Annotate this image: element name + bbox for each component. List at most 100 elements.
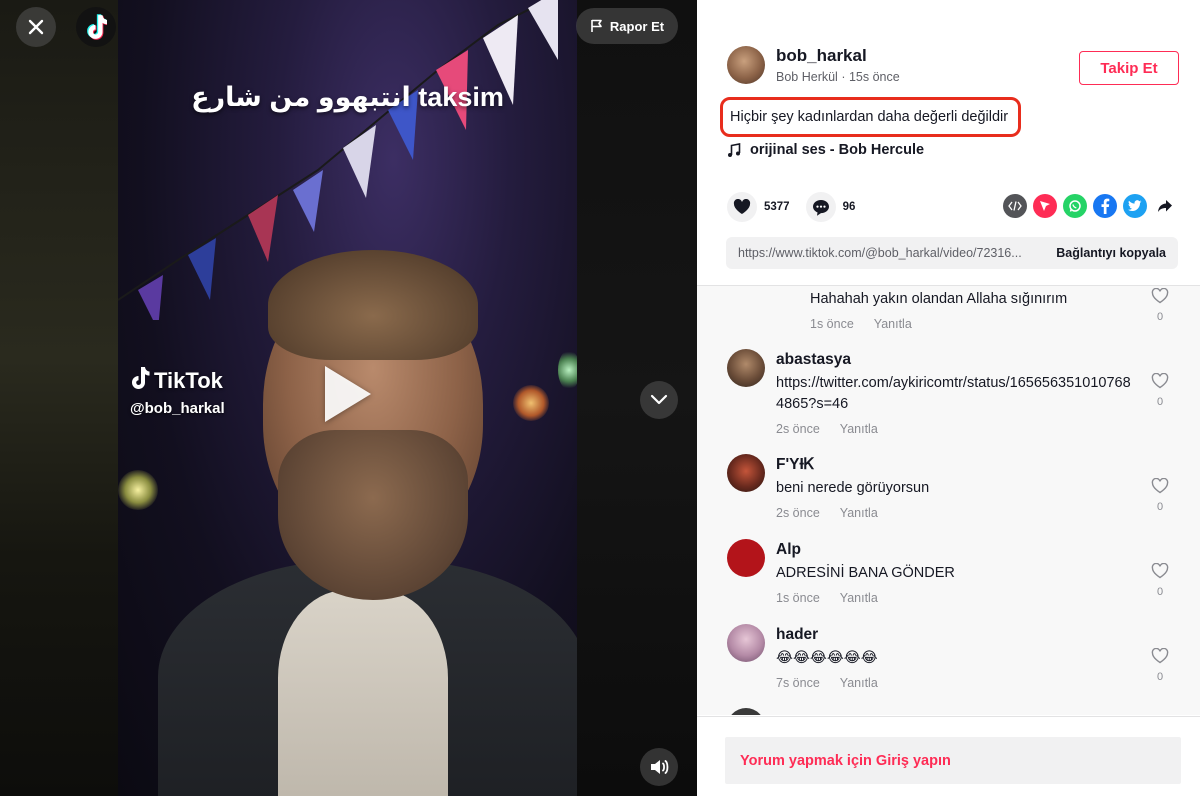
- tiktok-logo[interactable]: [76, 7, 116, 47]
- heart-outline-icon: [1151, 372, 1169, 389]
- string-light: [558, 350, 577, 390]
- reply-button[interactable]: Yanıtla: [840, 506, 878, 520]
- comment-footer: Yorum yapmak için Giriş yapın: [697, 716, 1200, 796]
- comment-text: https://twitter.com/aykiricomtr/status/1…: [776, 375, 1131, 412]
- comment-avatar[interactable]: [727, 624, 765, 662]
- comment-meta: 1s önce Yanıtla: [810, 317, 912, 331]
- app: انتبهوو من شارع taksim TikTok @bob_harka…: [0, 0, 1200, 796]
- volume-button[interactable]: [640, 748, 678, 786]
- report-label: Rapor Et: [609, 18, 665, 34]
- music-link[interactable]: orijinal ses - Bob Hercule: [727, 142, 924, 158]
- like-button[interactable]: [727, 192, 757, 222]
- person-beard: [278, 430, 468, 600]
- comment-like-button[interactable]: 0: [1150, 562, 1170, 598]
- comment-author[interactable]: abastasya: [776, 351, 851, 369]
- next-video-button[interactable]: [640, 381, 678, 419]
- comment-meta: 2s önce Yanıtla: [776, 422, 878, 436]
- reply-button[interactable]: Yanıtla: [840, 591, 878, 605]
- comment-avatar[interactable]: [727, 539, 765, 577]
- comment-author[interactable]: hader: [776, 626, 818, 644]
- comment-count: 96: [842, 201, 856, 213]
- follow-button[interactable]: Takip Et: [1079, 51, 1179, 85]
- heart-icon: [733, 199, 751, 214]
- string-light: [118, 470, 158, 510]
- comment-avatar[interactable]: [727, 708, 765, 715]
- info-pane: bob_harkal Bob Herkül · 15s önce Takip E…: [697, 0, 1200, 796]
- comment-like-button[interactable]: 0: [1150, 287, 1170, 323]
- comment-text: 😂😂😂😂😂😂: [776, 650, 878, 666]
- comment-time: 2s önce: [776, 506, 820, 520]
- reply-button[interactable]: Yanıtla: [840, 422, 878, 436]
- author-display-name: Bob Herkül: [776, 70, 838, 84]
- watermark-logo: TikTok: [130, 366, 225, 396]
- heart-outline-icon: [1151, 477, 1169, 494]
- twitter-icon[interactable]: [1123, 194, 1147, 218]
- comment-like-button[interactable]: 0: [1150, 477, 1170, 513]
- share-arrow-icon[interactable]: [1153, 194, 1177, 218]
- comment-meta: 7s önce Yanıtla: [776, 676, 878, 690]
- author-info[interactable]: bob_harkal Bob Herkül · 15s önce: [727, 46, 900, 84]
- comment-like-count: 0: [1156, 311, 1164, 323]
- tiktok-logo-icon: [87, 14, 107, 40]
- comment-like-button[interactable]: 0: [1150, 372, 1170, 408]
- comment-time: 1s önce: [776, 591, 820, 605]
- send-icon[interactable]: [1033, 194, 1057, 218]
- comments-list[interactable]: Hahahah yakın olandan Allaha sığınırım 1…: [697, 285, 1200, 715]
- volume-icon: [651, 760, 669, 774]
- share-row: [1003, 194, 1177, 218]
- person-shirt: [278, 590, 448, 796]
- video-player[interactable]: انتبهوو من شارع taksim TikTok @bob_harka…: [118, 0, 577, 796]
- comment-text: beni nerede görüyorsun: [776, 480, 930, 496]
- comment-avatar[interactable]: [727, 349, 765, 387]
- whatsapp-icon[interactable]: [1063, 194, 1087, 218]
- login-to-comment-button[interactable]: Yorum yapmak için Giriş yapın: [725, 737, 1181, 784]
- facebook-icon[interactable]: [1093, 194, 1117, 218]
- comment-like-button[interactable]: 0: [1150, 647, 1170, 683]
- post-time: 15s önce: [848, 70, 900, 84]
- comment-meta: 1s önce Yanıtla: [776, 591, 878, 605]
- heart-outline-icon: [1151, 287, 1169, 304]
- comment-time: 7s önce: [776, 676, 820, 690]
- engagement-stats: 5377 96: [727, 192, 871, 222]
- like-count: 5377: [764, 201, 790, 213]
- video-link-url[interactable]: https://www.tiktok.com/@bob_harkal/video…: [738, 246, 1040, 260]
- watermark-brand: TikTok: [154, 368, 223, 393]
- video-link-box: https://www.tiktok.com/@bob_harkal/video…: [726, 237, 1178, 269]
- comment-like-count: 0: [1156, 501, 1164, 513]
- close-icon: [28, 19, 44, 35]
- tiktok-note-icon: [130, 366, 150, 396]
- video-pane: انتبهوو من شارع taksim TikTok @bob_harka…: [0, 0, 697, 796]
- comment-like-count: 0: [1156, 586, 1164, 598]
- copy-link-button[interactable]: Bağlantıyı kopyala: [1056, 246, 1166, 260]
- comment-text: Hahahah yakın olandan Allaha sığınırım: [810, 291, 1068, 307]
- comment-meta: 2s önce Yanıtla: [776, 506, 878, 520]
- author-subline: Bob Herkül · 15s önce: [776, 70, 900, 84]
- comment-like-count: 0: [1156, 396, 1164, 408]
- heart-outline-icon: [1151, 647, 1169, 664]
- music-note-icon: [728, 142, 741, 157]
- close-button[interactable]: [16, 7, 56, 47]
- comment-author[interactable]: F'YƗᏦ: [776, 456, 815, 474]
- report-button[interactable]: Rapor Et: [576, 8, 678, 44]
- play-icon[interactable]: [325, 366, 371, 422]
- video-overlay-text: انتبهوو من شارع taksim: [191, 82, 504, 112]
- comment-icon: [812, 199, 829, 216]
- reply-button[interactable]: Yanıtla: [840, 676, 878, 690]
- video-caption: Hiçbir şey kadınlardan daha değerli deği…: [720, 97, 1022, 137]
- video-blur-left: [0, 0, 118, 796]
- music-title: orijinal ses - Bob Hercule: [750, 142, 925, 158]
- comment-button[interactable]: [805, 192, 836, 222]
- author-avatar[interactable]: [727, 46, 765, 84]
- comment-time: 2s önce: [776, 422, 820, 436]
- dot-separator: ·: [841, 70, 849, 84]
- comment-text: ADRESİNİ BANA GÖNDER: [776, 565, 955, 581]
- tiktok-watermark: TikTok @bob_harkal: [130, 366, 225, 417]
- chevron-down-icon: [650, 394, 668, 405]
- embed-icon[interactable]: [1003, 194, 1027, 218]
- comment-author[interactable]: Alp: [776, 541, 801, 559]
- watermark-username: @bob_harkal: [130, 400, 225, 417]
- reply-button[interactable]: Yanıtla: [874, 317, 912, 331]
- author-handle[interactable]: bob_harkal: [776, 46, 900, 66]
- comment-like-count: 0: [1156, 671, 1164, 683]
- comment-avatar[interactable]: [727, 454, 765, 492]
